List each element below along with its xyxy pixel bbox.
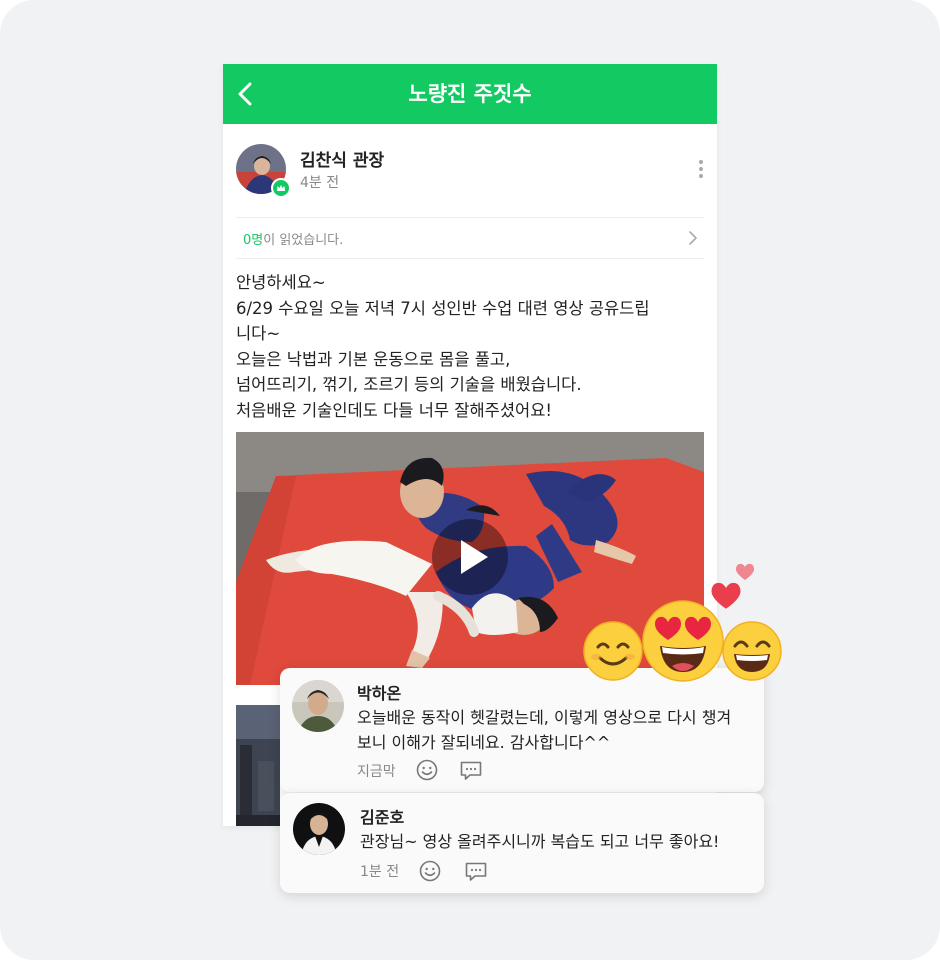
comment-icon[interactable] — [459, 758, 483, 782]
comment-text: 관장님~ 영상 올려주시니까 복습도 되고 너무 좋아요! — [360, 832, 720, 851]
grinning-face-icon — [722, 621, 782, 681]
post-time: 4분 전 — [300, 175, 340, 191]
comment-card: 박하온 오늘배운 동작이 헷갈렸는데, 이렇게 영상으로 다시 챙겨 보니 이해… — [280, 668, 764, 792]
post-body: 안녕하세요~ 6/29 수요일 오늘 저녁 7시 성인반 수업 대련 영상 공유… — [236, 270, 706, 423]
post-line: 처음배운 기술인데도 다들 너무 잘해주셨어요! — [236, 400, 553, 420]
read-suffix: 이 읽었습니다. — [263, 233, 344, 248]
smiling-face-icon — [583, 621, 643, 681]
post-line: 안녕하세요~ — [236, 273, 326, 292]
avatar[interactable] — [293, 803, 345, 855]
comment-time: 지금막 — [357, 764, 396, 780]
read-status-text: 0명이 읽었습니다. — [243, 229, 343, 248]
comment-time: 1분 전 — [360, 864, 400, 880]
heart-eyes-face-icon — [642, 600, 724, 682]
video-thumbnail-next[interactable] — [236, 705, 280, 826]
small-heart-icon — [735, 563, 755, 580]
more-vertical-icon[interactable] — [693, 157, 709, 181]
background-canvas: 노량진 주짓수 김찬식 관장 4분 전 0명이 읽었습니다. 안녕하세요~ 6/… — [0, 0, 940, 960]
comment-author: 박하온 — [357, 684, 402, 703]
post-line: 6/29 수요일 오늘 저녁 7시 성인반 수업 대련 영상 공유드립 — [236, 298, 650, 318]
crown-icon — [271, 178, 291, 198]
comment-icon[interactable] — [464, 859, 488, 883]
post-line: 넘어뜨리기, 꺾기, 조르기 등의 기술을 배웠습니다. — [236, 375, 582, 394]
app-bar: 노량진 주짓수 — [223, 64, 717, 124]
chevron-right-icon — [689, 231, 697, 245]
avatar[interactable] — [292, 680, 344, 732]
read-count: 0명 — [243, 233, 264, 248]
post-line: 오늘은 낙법과 기본 운동으로 몸을 풀고, — [236, 349, 511, 369]
smile-icon[interactable] — [415, 758, 439, 782]
page-title: 노량진 주짓수 — [408, 82, 532, 106]
smile-icon[interactable] — [418, 859, 442, 883]
comment-text: 보니 이해가 잘되네요. 감사합니다^^ — [357, 733, 611, 752]
comment-text: 오늘배운 동작이 헷갈렸는데, 이렇게 영상으로 다시 챙겨 — [357, 708, 732, 727]
comment-card: 김준호 관장님~ 영상 올려주시니까 복습도 되고 너무 좋아요! 1분 전 — [280, 793, 764, 893]
author-name: 김찬식 관장 — [300, 151, 385, 171]
post-line: 니다~ — [236, 324, 281, 343]
read-status-row[interactable]: 0명이 읽었습니다. — [236, 217, 704, 259]
comment-author: 김준호 — [360, 808, 405, 827]
